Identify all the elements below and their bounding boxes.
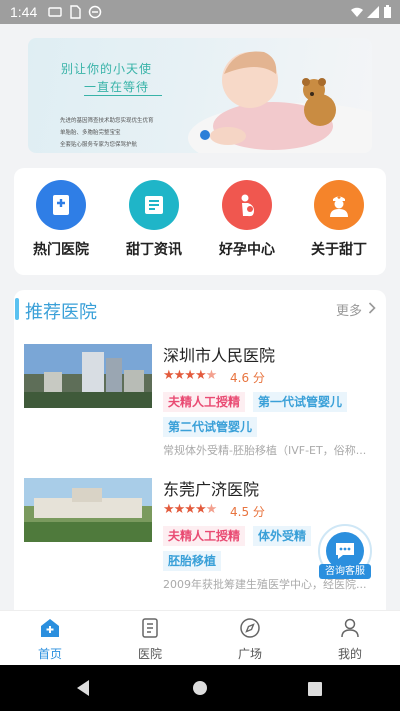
rating-score: 4.5 分 [230, 505, 265, 519]
nurse-icon [314, 180, 364, 230]
menu-hot-hospitals[interactable]: 热门医院 [21, 180, 101, 259]
hospital-icon [36, 180, 86, 230]
hospital-name: 深圳市人民医院 [163, 348, 276, 365]
service-tag: 胚胎移植 [163, 551, 222, 571]
fab-label: 咨询客服 [319, 564, 371, 579]
menu-label: 好孕中心 [219, 241, 275, 257]
tab-hospitals[interactable]: 医院 [115, 617, 185, 662]
hospital-description: 常规体外受精-胚胎移植（IVF-ET，俗称... [163, 444, 367, 457]
data-saver-icon [48, 5, 62, 23]
sim-card-icon [68, 5, 82, 23]
quick-menu: 热门医院 甜丁资讯 好孕中心 关于甜丁 [14, 168, 386, 275]
menu-label: 热门医院 [33, 241, 89, 257]
service-tag: 体外受精 [253, 526, 312, 546]
chevron-right-icon [368, 301, 376, 318]
service-tag: 第二代试管婴儿 [163, 417, 258, 437]
banner-divider [84, 95, 162, 96]
service-tag: 夫精人工授精 [163, 392, 246, 412]
wifi-icon [350, 5, 364, 23]
section-accent-bar [15, 298, 19, 320]
menu-label: 甜丁资讯 [126, 241, 182, 257]
banner-bullet: 先进的基因筛查技术助您实现优生优育 [60, 118, 154, 124]
tab-label: 医院 [137, 647, 162, 661]
service-tag: 夫精人工授精 [163, 526, 246, 546]
hospital-name: 东莞广济医院 [163, 482, 260, 499]
rating-score: 4.6 分 [230, 371, 265, 385]
section-title: 推荐医院 [25, 302, 97, 322]
hospital-photo [24, 478, 152, 542]
more-label: 更多 [335, 304, 362, 319]
menu-about[interactable]: 关于甜丁 [299, 180, 379, 259]
hospital-list-icon [142, 618, 158, 638]
banner-bullet: 全套贴心服务专家为您保驾护航 [60, 142, 138, 148]
rating-stars: ★★★★★ [163, 502, 217, 517]
status-bar: 1:44 [0, 0, 400, 24]
compass-icon [240, 618, 260, 638]
rating-stars: ★★★★★ [163, 368, 217, 383]
tab-label: 广场 [237, 647, 262, 661]
back-icon[interactable] [75, 679, 91, 701]
banner-bullet: 单胎胎、多胞胎完整宝宝 [60, 130, 121, 136]
signal-icon [366, 5, 380, 23]
pregnancy-icon [222, 180, 272, 230]
banner-slogan-line2: 一直在等待 [84, 80, 150, 94]
recents-icon[interactable] [308, 681, 322, 700]
sync-icon [88, 5, 102, 23]
system-nav-bar [0, 665, 400, 711]
news-icon [129, 180, 179, 230]
more-link[interactable]: 更多 [336, 300, 376, 319]
tab-square[interactable]: 广场 [215, 617, 285, 662]
bottom-tab-bar: 首页 医院 广场 我的 [0, 610, 400, 666]
menu-label: 关于甜丁 [311, 241, 367, 257]
tab-label: 首页 [37, 647, 62, 661]
menu-news[interactable]: 甜丁资讯 [114, 180, 194, 259]
home-icon [41, 619, 59, 637]
user-icon [341, 618, 359, 638]
baby-photo [188, 51, 372, 153]
promo-banner[interactable]: 别让你的小天使 一直在等待 先进的基因筛查技术助您实现优生优育 单胎胎、多胞胎完… [28, 38, 372, 153]
service-tag: 第一代试管婴儿 [253, 392, 348, 412]
banner-slogan-line1: 别让你的小天使 [61, 62, 153, 76]
hospital-photo [24, 344, 152, 408]
battery-icon [383, 5, 392, 23]
tab-home[interactable]: 首页 [15, 617, 85, 662]
customer-service-button[interactable]: 咨询客服 [318, 524, 372, 579]
tab-label: 我的 [337, 647, 362, 661]
status-time: 1:44 [10, 4, 38, 20]
home-nav-icon[interactable] [192, 680, 208, 700]
menu-pregnancy-center[interactable]: 好孕中心 [207, 180, 287, 259]
tab-profile[interactable]: 我的 [315, 617, 385, 662]
hospital-card[interactable]: 深圳市人民医院 ★★★★★ 4.6 分 夫精人工授精 第一代试管婴儿 第二代试管… [24, 338, 376, 468]
